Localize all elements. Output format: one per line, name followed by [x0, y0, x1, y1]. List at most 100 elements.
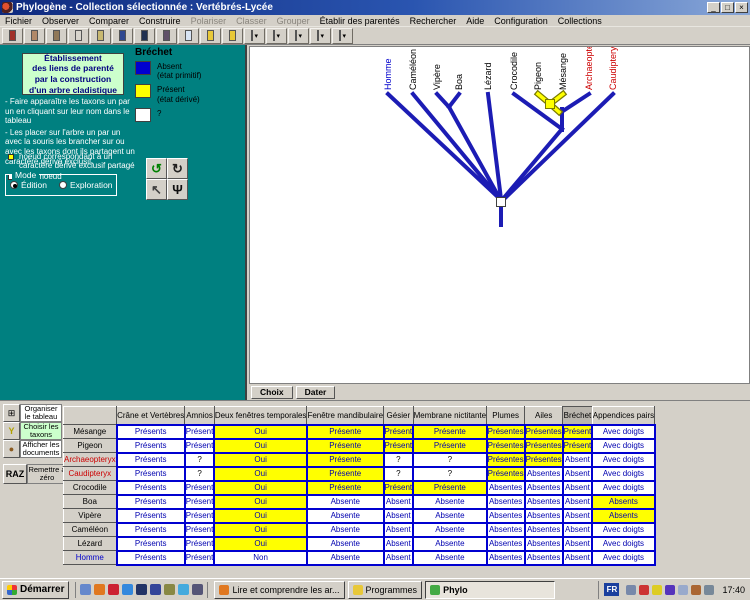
cell-homme-brechet[interactable]: Absent	[563, 551, 593, 565]
cell-caudipteryx-appendices-pairs[interactable]: Avec doigts	[592, 467, 654, 481]
organize-table-button[interactable]: Organiser le tableau	[20, 404, 62, 422]
cell-caudipteryx-plumes[interactable]: Présentes	[487, 467, 525, 481]
cell-cameleon-brechet[interactable]: Absent	[563, 523, 593, 537]
cell-caudipteryx-gesier[interactable]: ?	[384, 467, 414, 481]
collections-button[interactable]: ▾	[288, 28, 309, 44]
cell-cameleon-appendices-pairs[interactable]: Avec doigts	[592, 523, 654, 537]
cell-vipere-membrane-nictitante[interactable]: Absente	[413, 509, 486, 523]
tree-button[interactable]	[178, 28, 199, 44]
taxon-label-cameleon[interactable]: Caméléon	[408, 49, 418, 90]
redo-button[interactable]: ↻	[167, 158, 188, 179]
taxon-name-cell[interactable]: Lézard	[64, 537, 117, 551]
cell-cameleon-ailes[interactable]: Absentes	[525, 523, 563, 537]
desktop-icon[interactable]	[80, 584, 91, 595]
opera-icon[interactable]	[108, 584, 119, 595]
kinship-button[interactable]	[156, 28, 177, 44]
search-icon[interactable]	[178, 584, 189, 595]
cell-homme-plumes[interactable]: Absentes	[487, 551, 525, 565]
cell-cameleon-deux-fenetres-temporales[interactable]: Oui	[214, 523, 307, 537]
cell-pigeon-plumes[interactable]: Présentes	[487, 439, 525, 453]
taxon-name-cell[interactable]: Caméléon	[64, 523, 117, 537]
choose-taxa-button[interactable]: Choisir les taxons	[20, 422, 62, 440]
organize-table-icon[interactable]: ⊞	[3, 404, 20, 422]
cell-homme-crane-et-vertebres[interactable]: Présents	[117, 551, 185, 565]
cladogram-canvas[interactable]: HommeCaméléonVipèreBoaLézardCrocodilePig…	[249, 46, 750, 384]
power-icon[interactable]	[704, 585, 714, 595]
cell-vipere-ailes[interactable]: Absentes	[525, 509, 563, 523]
taxon-label-pigeon[interactable]: Pigeon	[533, 62, 543, 90]
taxon-label-caudipteryx[interactable]: Caudipteryx	[608, 47, 618, 90]
dropdown-arrow-icon[interactable]: ▾	[276, 32, 280, 40]
ie-icon[interactable]	[122, 584, 133, 595]
clock[interactable]: 17:40	[722, 585, 745, 595]
cell-caudipteryx-ailes[interactable]: Absentes	[525, 467, 563, 481]
cell-boa-amnios[interactable]: Présent	[185, 495, 215, 509]
reset-button[interactable]: Remettre à zéro	[27, 464, 67, 484]
cell-caudipteryx-deux-fenetres-temporales[interactable]: Oui	[214, 467, 307, 481]
taxon-name-cell[interactable]: Boa	[64, 495, 117, 509]
taxon-name-cell[interactable]: Mésange	[64, 425, 117, 439]
pointer-tool-icon[interactable]	[136, 584, 147, 595]
cell-boa-appendices-pairs[interactable]: Absents	[592, 495, 654, 509]
antivirus-icon[interactable]	[639, 585, 649, 595]
butterflies-button[interactable]	[2, 28, 23, 44]
windows-copy-button[interactable]: ▾	[266, 28, 287, 44]
cell-crocodile-crane-et-vertebres[interactable]: Présents	[117, 481, 185, 495]
cell-vipere-gesier[interactable]: Absent	[384, 509, 414, 523]
flag-icon[interactable]	[150, 584, 161, 595]
column-header-ailes[interactable]: Ailes	[525, 407, 563, 425]
cell-archaeopteryx-ailes[interactable]: Présentes	[525, 453, 563, 467]
taxon-label-vipere[interactable]: Vipère	[432, 64, 442, 90]
cell-cameleon-fenetre-mandibulaire[interactable]: Absente	[307, 523, 384, 537]
cell-lezard-ailes[interactable]: Absentes	[525, 537, 563, 551]
cell-pigeon-ailes[interactable]: Présentes	[525, 439, 563, 453]
cell-cameleon-crane-et-vertebres[interactable]: Présents	[117, 523, 185, 537]
task-button-phylo[interactable]: Phylo	[425, 581, 555, 599]
cell-homme-gesier[interactable]: Absent	[384, 551, 414, 565]
cell-pigeon-crane-et-vertebres[interactable]: Présents	[117, 439, 185, 453]
taxon-name-cell[interactable]: Homme	[64, 551, 117, 565]
cell-mesange-brechet[interactable]: Présent	[563, 425, 593, 439]
table-grid-button[interactable]	[68, 28, 89, 44]
cell-mesange-deux-fenetres-temporales[interactable]: Oui	[214, 425, 307, 439]
cell-lezard-fenetre-mandibulaire[interactable]: Absente	[307, 537, 384, 551]
hand-button[interactable]: Ψ	[167, 179, 188, 200]
column-header-deux-fenetres-temporales[interactable]: Deux fenêtres temporales	[214, 407, 307, 425]
cell-mesange-fenetre-mandibulaire[interactable]: Présente	[307, 425, 384, 439]
cell-vipere-brechet[interactable]: Absent	[563, 509, 593, 523]
cell-homme-fenetre-mandibulaire[interactable]: Absente	[307, 551, 384, 565]
cell-archaeopteryx-fenetre-mandibulaire[interactable]: Présente	[307, 453, 384, 467]
cell-archaeopteryx-gesier[interactable]: ?	[384, 453, 414, 467]
cell-mesange-appendices-pairs[interactable]: Avec doigts	[592, 425, 654, 439]
cell-homme-membrane-nictitante[interactable]: Absente	[413, 551, 486, 565]
tab-choix[interactable]: Choix	[251, 386, 293, 399]
cell-mesange-amnios[interactable]: Présent	[185, 425, 215, 439]
minimize-button[interactable]: _	[707, 2, 720, 13]
dropdown-arrow-icon[interactable]: ▾	[320, 32, 324, 40]
cell-caudipteryx-crane-et-vertebres[interactable]: Présents	[117, 467, 185, 481]
cell-homme-ailes[interactable]: Absentes	[525, 551, 563, 565]
folder-open-button[interactable]	[222, 28, 243, 44]
cell-crocodile-appendices-pairs[interactable]: Avec doigts	[592, 481, 654, 495]
cell-archaeopteryx-deux-fenetres-temporales[interactable]: Oui	[214, 453, 307, 467]
column-header-appendices-pairs[interactable]: Appendices pairs	[592, 407, 654, 425]
folder-button[interactable]: ▾	[310, 28, 331, 44]
taxon-name-cell[interactable]: Vipère	[64, 509, 117, 523]
cell-archaeopteryx-brechet[interactable]: Absent	[563, 453, 593, 467]
column-header-fenetre-mandibulaire[interactable]: Fenêtre mandibulaire	[307, 407, 384, 425]
taxon-label-crocodile[interactable]: Crocodile	[509, 52, 519, 90]
menu-etablir-des-parentes[interactable]: Établir des parentés	[315, 16, 405, 26]
firefox-icon[interactable]	[94, 584, 105, 595]
cell-lezard-brechet[interactable]: Absent	[563, 537, 593, 551]
tab-dater[interactable]: Dater	[296, 386, 336, 399]
mode-radio-edition[interactable]: Édition	[10, 180, 47, 190]
polarize-button[interactable]	[90, 28, 111, 44]
group-button[interactable]	[134, 28, 155, 44]
cell-homme-amnios[interactable]: Présent	[185, 551, 215, 565]
cell-lezard-membrane-nictitante[interactable]: Absente	[413, 537, 486, 551]
cell-boa-fenetre-mandibulaire[interactable]: Absente	[307, 495, 384, 509]
cell-vipere-appendices-pairs[interactable]: Absents	[592, 509, 654, 523]
cell-lezard-crane-et-vertebres[interactable]: Présents	[117, 537, 185, 551]
taxon-label-boa[interactable]: Boa	[454, 74, 464, 90]
menu-configuration[interactable]: Configuration	[489, 16, 553, 26]
